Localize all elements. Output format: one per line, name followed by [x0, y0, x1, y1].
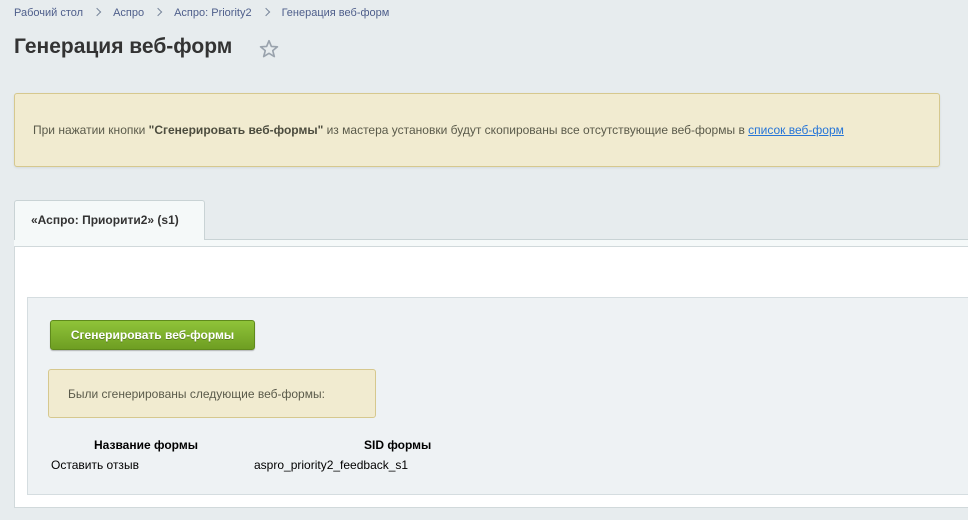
breadcrumb-separator-icon — [261, 7, 270, 17]
generate-web-forms-button-label: Сгенерировать веб-формы — [70, 328, 235, 342]
breadcrumb: Рабочий стол Аспро Аспро: Priority2 Генерац… — [14, 7, 389, 19]
breadcrumb-item-desktop[interactable]: Рабочий стол — [14, 7, 83, 19]
page-title: Генерация веб-форм — [14, 35, 233, 58]
generate-web-forms-button[interactable]: Сгенерировать веб-формы — [50, 320, 255, 350]
info-note: При нажатии кнопки "Сгенерировать веб-фо… — [14, 93, 940, 167]
web-forms-list-link[interactable]: список веб-форм — [748, 123, 844, 137]
result-note-text: Были сгенерированы следующие веб-формы: — [68, 387, 325, 401]
table-cell-form-sid: aspro_priority2_feedback_s1 — [254, 458, 409, 472]
result-note: Были сгенерированы следующие веб-формы: — [48, 369, 376, 418]
info-note-button-name: "Сгенерировать веб-формы" — [148, 123, 324, 137]
info-note-text-after: из мастера установки будут скопированы в… — [323, 123, 749, 137]
breadcrumb-item-current[interactable]: Генерация веб-форм — [282, 7, 390, 19]
info-note-text: При нажатии кнопки "Сгенерировать веб-фо… — [33, 123, 844, 137]
info-note-text-before: При нажатии кнопки — [33, 123, 149, 137]
column-header-form-name: Название формы — [94, 438, 198, 452]
tab-label: «Аспро: Приорити2» (s1) — [31, 213, 179, 227]
breadcrumb-item-aspro[interactable]: Аспро — [113, 7, 144, 19]
column-header-form-sid: SID формы — [364, 438, 432, 452]
star-icon[interactable] — [258, 38, 280, 60]
tab-aspro-priority2-s1[interactable]: «Аспро: Приорити2» (s1) — [14, 200, 205, 240]
breadcrumb-separator-icon — [153, 7, 163, 17]
table-cell-form-name: Оставить отзыв — [51, 458, 139, 472]
breadcrumb-item-aspro-priority2[interactable]: Аспро: Priority2 — [174, 7, 251, 19]
breadcrumb-separator-icon — [92, 7, 102, 17]
